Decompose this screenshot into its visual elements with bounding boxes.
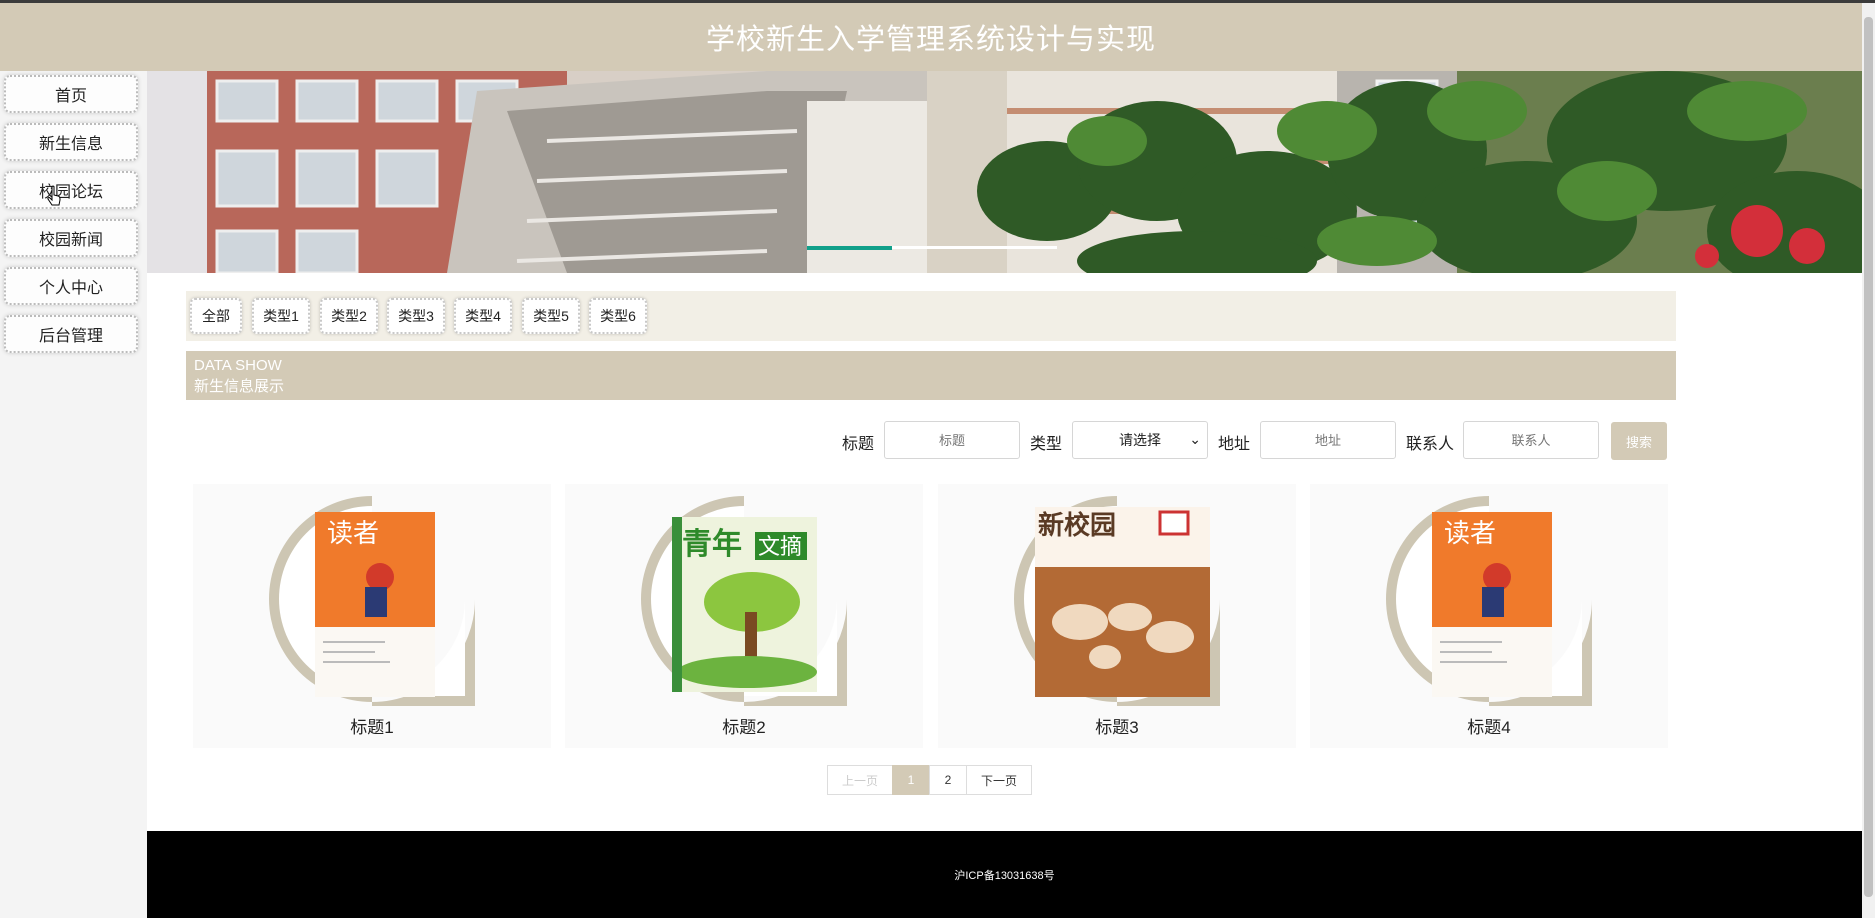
contact-label: 联系人 [1406,436,1455,453]
nav-item-student-info[interactable]: 新生信息 [4,123,138,161]
next-page-button[interactable]: 下一页 [966,765,1032,795]
student-card-1[interactable]: 读者 标题1 [193,484,551,748]
contact-input[interactable] [1463,421,1599,459]
type-select[interactable]: 请选择 ⌄ [1072,421,1208,459]
svg-text:青年: 青年 [682,527,742,562]
scrollbar-thumb[interactable] [1864,17,1873,897]
prev-page-button[interactable]: 上一页 [827,765,893,795]
title-label: 标题 [842,436,875,453]
card-title: 标题3 [1095,718,1139,737]
nav-item-profile[interactable]: 个人中心 [4,267,138,305]
nav-item-admin[interactable]: 后台管理 [4,315,138,353]
svg-text:读者: 读者 [327,519,379,549]
svg-text:读者: 读者 [1444,519,1496,549]
svg-text:文摘: 文摘 [758,535,802,560]
chevron-down-icon: ⌄ [1189,431,1201,447]
filter-type6-button[interactable]: 类型6 [589,298,647,334]
category-filter-bar: 全部 类型1 类型2 类型3 类型4 类型5 类型6 [186,291,1676,341]
reader-magazine-cover[interactable]: 读者 [265,492,479,706]
student-card-4[interactable]: 读者 标题4 [1310,484,1668,748]
page-1-button[interactable]: 1 [892,765,930,795]
page-scrollbar[interactable] [1862,3,1875,918]
filter-type3-button[interactable]: 类型3 [387,298,445,334]
nav-item-home[interactable]: 首页 [4,75,138,113]
address-label: 地址 [1218,436,1251,453]
section-heading-zh: 新生信息展示 [194,378,285,395]
student-card-3[interactable]: 新校园 标题3 [938,484,1296,748]
carousel-indicator-active[interactable] [807,246,892,250]
card-title: 标题4 [1467,718,1511,737]
address-input[interactable] [1260,421,1396,459]
filter-type5-button[interactable]: 类型5 [522,298,580,334]
title-input[interactable] [884,421,1020,459]
page-2-button[interactable]: 2 [929,765,967,795]
new-campus-cover[interactable]: 新校园 [1010,492,1224,706]
pagination: 上一页 1 2 下一页 [827,765,1032,795]
hero-banner [147,71,1862,273]
type-label: 类型 [1030,436,1063,453]
card-title: 标题1 [350,718,394,737]
mouse-cursor-icon [47,185,61,206]
sidebar-nav: 首页 新生信息 校园论坛 校园新闻 个人中心 后台管理 [0,71,147,918]
filter-type4-button[interactable]: 类型4 [454,298,512,334]
filter-type1-button[interactable]: 类型1 [252,298,310,334]
student-card-2[interactable]: 青年 文摘 标题2 [565,484,923,748]
filter-all-button[interactable]: 全部 [190,298,242,334]
section-heading: DATA SHOW 新生信息展示 [186,351,1676,400]
nav-item-forum[interactable]: 校园论坛 [4,171,138,209]
youth-digest-cover[interactable]: 青年 文摘 [637,492,851,706]
site-title: 学校新生入学管理系统设计与实现 [705,24,1156,56]
card-title: 标题2 [722,718,766,737]
icp-record: 沪ICP备13031638号 [954,869,1055,882]
reader-magazine-cover[interactable]: 读者 [1382,492,1596,706]
site-header: 学校新生入学管理系统设计与实现 [0,3,1862,71]
section-heading-en: DATA SHOW [194,357,282,374]
svg-text:新校园: 新校园 [1038,510,1116,541]
search-button[interactable]: 搜索 [1611,422,1667,460]
filter-type2-button[interactable]: 类型2 [320,298,378,334]
nav-item-news[interactable]: 校园新闻 [4,219,138,257]
campus-photo [147,71,1862,273]
site-footer: 沪ICP备13031638号 [147,831,1862,918]
